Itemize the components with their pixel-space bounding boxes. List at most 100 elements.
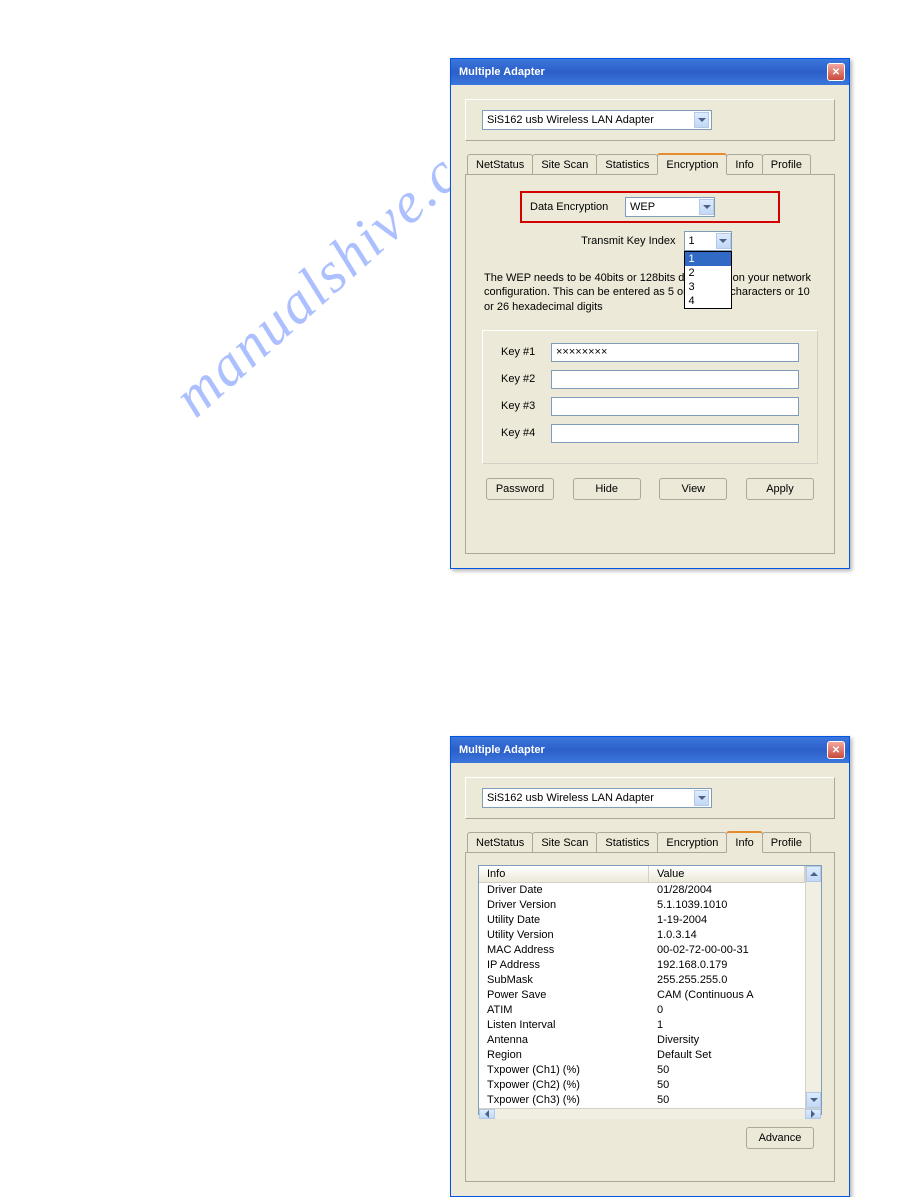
cell-value: 255.255.255.0: [649, 973, 805, 988]
table-row[interactable]: Driver Version5.1.1039.1010: [479, 898, 805, 913]
titlebar[interactable]: Multiple Adapter ✕: [451, 59, 849, 85]
view-button[interactable]: View: [659, 478, 727, 500]
table-row[interactable]: Txpower (Ch1) (%)50: [479, 1063, 805, 1078]
tab-encryption[interactable]: Encryption: [657, 153, 727, 175]
key-input[interactable]: [551, 370, 799, 389]
tab-info[interactable]: Info: [726, 831, 762, 853]
adapter-groupbox: SiS162 usb Wireless LAN Adapter: [465, 99, 835, 141]
tab-statistics[interactable]: Statistics: [596, 832, 658, 852]
key-label: Key #2: [501, 373, 551, 385]
keys-group: Key #1 Key #2 Key #3 Key #4: [482, 330, 818, 464]
table-row[interactable]: Listen Interval1: [479, 1018, 805, 1033]
encryption-panel: Data Encryption WEP Transmit Key Index 1…: [465, 174, 835, 554]
table-row[interactable]: Utility Date1-19-2004: [479, 913, 805, 928]
scroll-up-icon[interactable]: [806, 866, 821, 882]
cell-value: 1: [649, 1018, 805, 1033]
adapter-select[interactable]: SiS162 usb Wireless LAN Adapter: [482, 110, 712, 130]
key-label: Key #1: [501, 346, 551, 358]
cell-info: Txpower (Ch2) (%): [479, 1078, 649, 1093]
table-row[interactable]: SubMask255.255.255.0: [479, 973, 805, 988]
apply-button[interactable]: Apply: [746, 478, 814, 500]
tab-statistics[interactable]: Statistics: [596, 154, 658, 174]
tab-profile[interactable]: Profile: [762, 832, 811, 852]
chevron-down-icon[interactable]: [694, 790, 709, 806]
advance-button[interactable]: Advance: [746, 1127, 814, 1149]
table-row[interactable]: IP Address192.168.0.179: [479, 958, 805, 973]
scroll-left-icon[interactable]: [479, 1109, 495, 1119]
table-row[interactable]: ATIM0: [479, 1003, 805, 1018]
cell-value: 00-02-72-00-00-31: [649, 943, 805, 958]
table-row[interactable]: Power SaveCAM (Continuous A: [479, 988, 805, 1003]
scroll-right-icon[interactable]: [805, 1109, 821, 1119]
tab-netstatus[interactable]: NetStatus: [467, 832, 533, 852]
dropdown-option[interactable]: 4: [685, 294, 731, 308]
tab-encryption[interactable]: Encryption: [657, 832, 727, 852]
password-button[interactable]: Password: [486, 478, 554, 500]
tab-profile[interactable]: Profile: [762, 154, 811, 174]
table-row[interactable]: Utility Version1.0.3.14: [479, 928, 805, 943]
cell-info: Txpower (Ch1) (%): [479, 1063, 649, 1078]
adapter-select[interactable]: SiS162 usb Wireless LAN Adapter: [482, 788, 712, 808]
tab-info[interactable]: Info: [726, 154, 762, 174]
table-row[interactable]: MAC Address00-02-72-00-00-31: [479, 943, 805, 958]
cell-info: Antenna: [479, 1033, 649, 1048]
titlebar[interactable]: Multiple Adapter ✕: [451, 737, 849, 763]
data-encryption-value: WEP: [630, 201, 655, 213]
vertical-scrollbar[interactable]: [805, 866, 821, 1108]
cell-info: Listen Interval: [479, 1018, 649, 1033]
dialog-title: Multiple Adapter: [459, 66, 545, 78]
key-row: Key #4: [501, 424, 799, 443]
adapter-value: SiS162 usb Wireless LAN Adapter: [487, 792, 654, 804]
cell-info: Utility Date: [479, 913, 649, 928]
table-row[interactable]: RegionDefault Set: [479, 1048, 805, 1063]
chevron-down-icon[interactable]: [694, 112, 709, 128]
key-input[interactable]: [551, 397, 799, 416]
cell-info: Driver Version: [479, 898, 649, 913]
cell-value: 5.1.1039.1010: [649, 898, 805, 913]
chevron-down-icon[interactable]: [699, 199, 714, 215]
cell-info: SubMask: [479, 973, 649, 988]
help-text: The WEP needs to be 40bits or 128bits de…: [484, 271, 816, 314]
cell-value: 50: [649, 1078, 805, 1093]
dropdown-option[interactable]: 2: [685, 266, 731, 280]
cell-info: IP Address: [479, 958, 649, 973]
cell-info: Region: [479, 1048, 649, 1063]
cell-value: 192.168.0.179: [649, 958, 805, 973]
tab-site-scan[interactable]: Site Scan: [532, 832, 597, 852]
tab-site-scan[interactable]: Site Scan: [532, 154, 597, 174]
encryption-dialog: Multiple Adapter ✕ SiS162 usb Wireless L…: [450, 58, 850, 569]
header-info[interactable]: Info: [479, 866, 649, 883]
dropdown-option[interactable]: 3: [685, 280, 731, 294]
close-icon[interactable]: ✕: [827, 63, 845, 81]
horizontal-scrollbar[interactable]: [479, 1108, 821, 1119]
button-row: Password Hide View Apply: [478, 478, 822, 500]
tab-netstatus[interactable]: NetStatus: [467, 154, 533, 174]
info-dialog: Multiple Adapter ✕ SiS162 usb Wireless L…: [450, 736, 850, 1197]
table-row[interactable]: Driver Date01/28/2004: [479, 883, 805, 898]
table-row[interactable]: AntennaDiversity: [479, 1033, 805, 1048]
transmit-key-select[interactable]: 1 1234: [684, 231, 732, 251]
dropdown-option[interactable]: 1: [685, 252, 731, 266]
cell-info: MAC Address: [479, 943, 649, 958]
key-row: Key #1: [501, 343, 799, 362]
cell-value: 50: [649, 1093, 805, 1108]
scroll-down-icon[interactable]: [806, 1092, 821, 1108]
cell-info: Txpower (Ch3) (%): [479, 1093, 649, 1108]
tab-bar: NetStatusSite ScanStatisticsEncryptionIn…: [465, 831, 835, 852]
key-input[interactable]: [551, 424, 799, 443]
hide-button[interactable]: Hide: [573, 478, 641, 500]
header-value[interactable]: Value: [649, 866, 805, 883]
table-header: Info Value: [479, 866, 805, 883]
data-encryption-select[interactable]: WEP: [625, 197, 715, 217]
dialog-title: Multiple Adapter: [459, 744, 545, 756]
transmit-key-dropdown[interactable]: 1234: [684, 251, 732, 309]
chevron-down-icon[interactable]: [716, 233, 731, 249]
table-row[interactable]: Txpower (Ch3) (%)50: [479, 1093, 805, 1108]
table-row[interactable]: Txpower (Ch2) (%)50: [479, 1078, 805, 1093]
cell-value: 01/28/2004: [649, 883, 805, 898]
key-input[interactable]: [551, 343, 799, 362]
key-row: Key #3: [501, 397, 799, 416]
cell-value: CAM (Continuous A: [649, 988, 805, 1003]
adapter-value: SiS162 usb Wireless LAN Adapter: [487, 114, 654, 126]
close-icon[interactable]: ✕: [827, 741, 845, 759]
